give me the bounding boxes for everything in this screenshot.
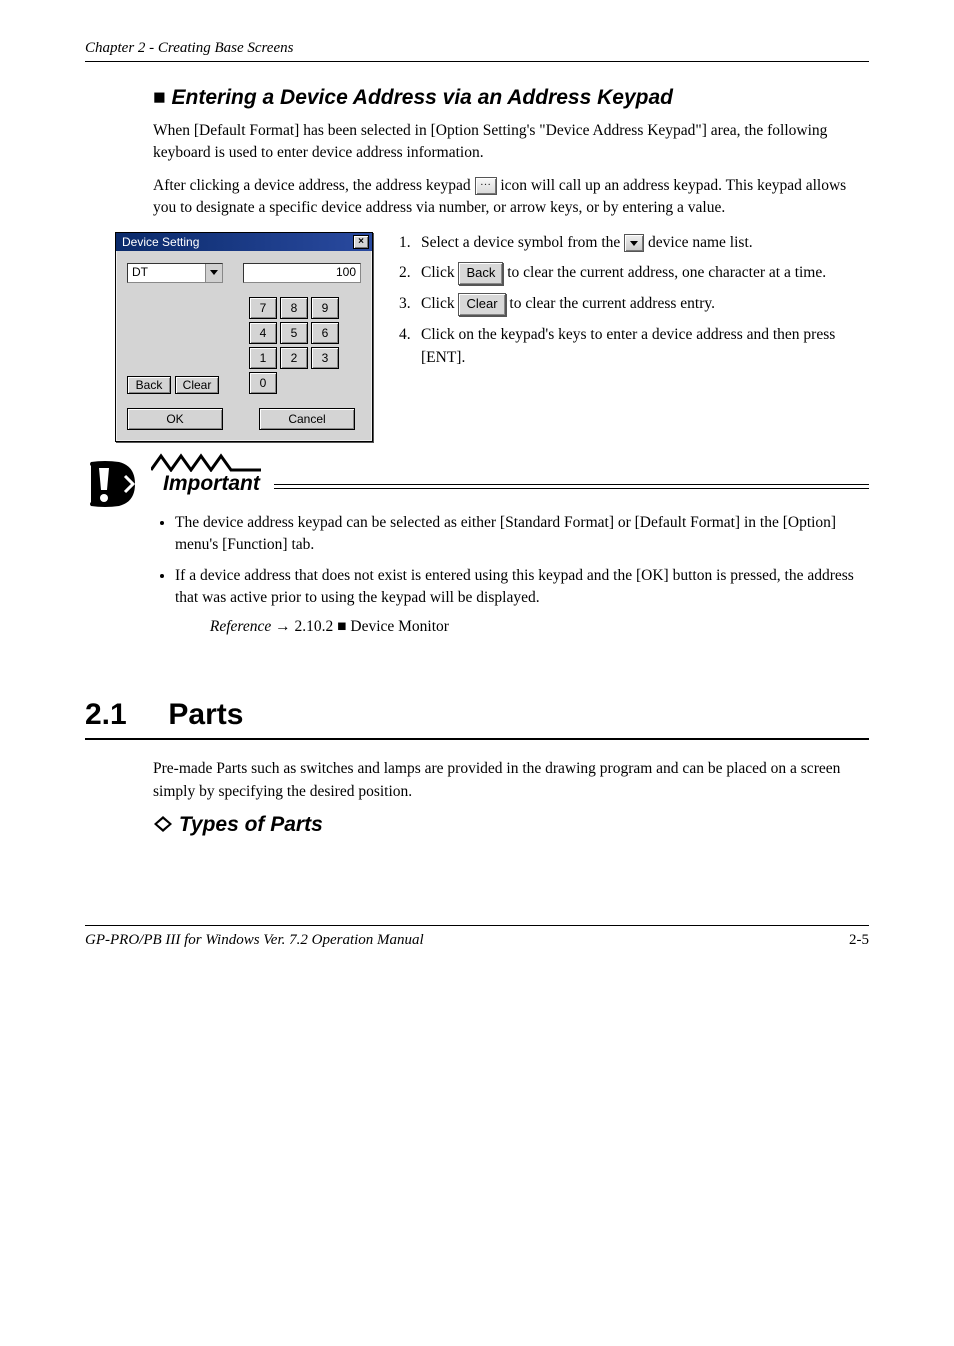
chapter-header: Chapter 2 - Creating Base Screens [85,40,869,57]
step-4: 4. Click on the keypad's keys to enter a… [399,324,869,369]
step-text: device name list. [648,234,753,251]
double-rule [274,484,869,489]
dialog-body: DT 100 Back Clear 7 8 9 [116,251,372,441]
key-8[interactable]: 8 [280,297,308,319]
device-setting-dialog: Device Setting × DT 100 Back Clear [115,232,373,442]
dialog-titlebar: Device Setting × [116,233,372,251]
parts-paragraph: Pre-made Parts such as switches and lamp… [153,758,869,803]
step-num: 3. [399,293,421,316]
chevron-down-icon [624,234,644,252]
step-text: Click [421,264,458,281]
subhead-text: Types of Parts [179,813,323,836]
step-num: 1. [399,232,421,254]
step-num: 2. [399,262,421,285]
important-note: Important The device address keypad can … [85,460,869,638]
section-heading: ■ Entering a Device Address via an Addre… [153,86,869,110]
back-icon-btn: Back [458,262,503,285]
header-rule [85,61,869,62]
close-icon[interactable]: × [353,235,369,249]
step-num: 4. [399,324,421,369]
key-9[interactable]: 9 [311,297,339,319]
important-label: Important [163,472,260,496]
key-3[interactable]: 3 [311,347,339,369]
intro-text-a: After clicking a device address, the add… [153,177,475,194]
zigzag-icon [151,452,271,472]
footer-page-number: 2-5 [849,932,869,949]
step-text: Click [421,295,458,312]
intro-paragraph-2: After clicking a device address, the add… [153,175,869,220]
thick-rule [85,738,869,740]
step-text: to clear the current address, one charac… [507,264,826,281]
section-number: 2.1 [85,698,127,731]
footer-left: GP-PRO/PB III for Windows Ver. 7.2 Opera… [85,932,424,949]
bullet-1: The device address keypad can be selecte… [175,512,869,557]
instruction-list: 1. Select a device symbol from the devic… [399,232,869,377]
cancel-button[interactable]: Cancel [259,408,355,430]
step-text: Click on the keypad's keys to enter a de… [421,324,869,369]
reference-text: 2.10.2 ■ Device Monitor [295,618,449,635]
bullet-2: If a device address that does not exist … [175,565,869,638]
intro-paragraph-1: When [Default Format] has been selected … [153,120,869,165]
key-7[interactable]: 7 [249,297,277,319]
section-number-heading: 2.1 Parts [85,698,869,732]
clear-icon-btn: Clear [458,293,505,316]
step-text: to clear the current address entry. [509,295,715,312]
numeric-keypad: 7 8 9 4 5 6 1 2 3 0 [249,297,339,394]
ok-button[interactable]: OK [127,408,223,430]
key-0[interactable]: 0 [249,372,277,394]
key-5[interactable]: 5 [280,322,308,344]
ellipsis-icon [475,177,497,195]
device-type-value: DT [128,264,205,282]
types-of-parts-heading: Types of Parts [153,813,869,837]
key-2[interactable]: 2 [280,347,308,369]
section-title: Parts [168,698,243,731]
key-6[interactable]: 6 [311,322,339,344]
step-2: 2. Click Back to clear the current addre… [399,262,869,285]
exclamation-icon [85,460,149,508]
diamond-icon [153,815,173,833]
device-type-dropdown[interactable]: DT [127,263,223,283]
step-3: 3. Click Clear to clear the current addr… [399,293,869,316]
back-button[interactable]: Back [127,376,171,394]
step-1: 1. Select a device symbol from the devic… [399,232,869,254]
dialog-title: Device Setting [122,235,199,249]
reference-icon: Reference → [210,618,291,635]
clear-button[interactable]: Clear [175,376,219,394]
key-1[interactable]: 1 [249,347,277,369]
step-text: Select a device symbol from the [421,234,624,251]
chevron-down-icon [205,264,222,282]
address-input[interactable]: 100 [243,263,361,283]
bullet-text: If a device address that does not exist … [175,567,854,606]
key-4[interactable]: 4 [249,322,277,344]
footer-rule [85,925,869,926]
